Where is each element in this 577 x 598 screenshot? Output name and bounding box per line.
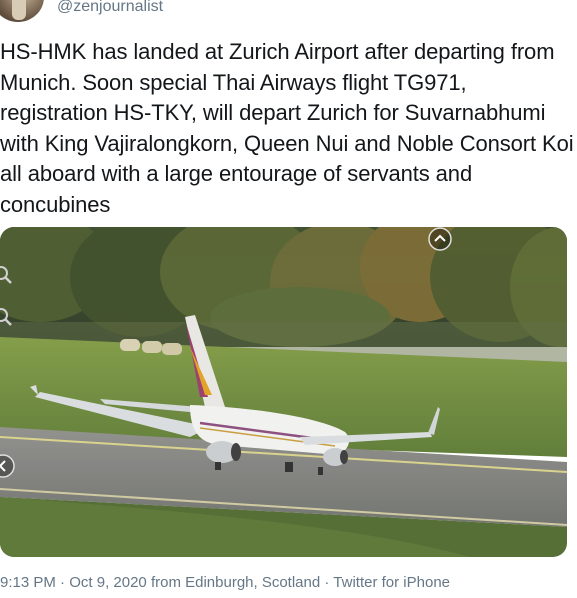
airplane-photo [0,227,567,557]
tweet-meta: 9:13 PM · Oct 9, 2020 from Edinburgh, Sc… [0,573,450,593]
magnifier-icon[interactable] [0,262,16,288]
avatar[interactable] [0,0,44,22]
chevron-up-circle-icon[interactable] [427,226,453,252]
tweet-location: from Edinburgh, Scotland [146,574,321,591]
tweet-media-photo[interactable] [0,227,567,557]
tweet-time[interactable]: 9:13 PM [0,574,56,591]
author-handle[interactable]: @zenjournalist [57,0,163,17]
chevron-left-circle-icon[interactable] [0,453,16,479]
magnifier-icon[interactable] [0,304,16,330]
tweet-text: HS-HMK has landed at Zurich Airport afte… [0,39,574,217]
meta-separator: · [55,574,70,591]
tweet-source[interactable]: Twitter for iPhone [333,574,450,591]
meta-separator: · [320,574,334,591]
tweet-date[interactable]: Oct 9, 2020 [69,574,147,591]
